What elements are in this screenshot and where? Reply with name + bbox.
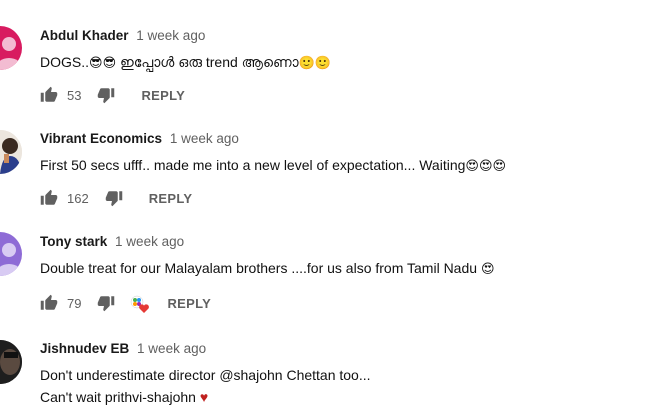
avatar[interactable] [0, 26, 22, 70]
heart-eyes-emoji: 😍😍😍 [465, 158, 507, 173]
dislike-icon[interactable] [97, 294, 115, 312]
comment-text: Double treat for our Malayalam brothers … [40, 257, 495, 280]
comment-text-line: Don't underestimate director @shajohn Ch… [40, 367, 371, 383]
like-icon[interactable] [40, 86, 58, 104]
comment-author[interactable]: Abdul Khader [40, 28, 129, 43]
heart-emoji: ♥ [199, 389, 209, 405]
avatar[interactable] [0, 340, 22, 384]
avatar[interactable] [0, 232, 22, 276]
comment-text-part: Can't wait prithvi-shajohn [40, 389, 200, 405]
comment-text-part: First 50 secs ufff.. made me into a new … [40, 157, 466, 173]
comment-author[interactable]: Jishnudev EB [40, 341, 129, 356]
comment-author[interactable]: Vibrant Economics [40, 131, 162, 146]
sunglasses-emoji: 😎😎 [89, 55, 117, 70]
like-count: 53 [67, 87, 82, 103]
avatar[interactable] [0, 130, 22, 174]
comment-timestamp[interactable]: 1 week ago [136, 28, 205, 43]
like-count: 162 [67, 190, 89, 206]
dislike-icon[interactable] [105, 189, 123, 207]
comment-text: First 50 secs ufff.. made me into a new … [40, 154, 506, 177]
comment-timestamp[interactable]: 1 week ago [115, 234, 184, 249]
comment-text: Don't underestimate director @shajohn Ch… [40, 364, 371, 408]
creator-heart-icon [129, 293, 151, 313]
dislike-icon[interactable] [97, 86, 115, 104]
comment-text-part: ഇപ്പോൾ ഒരു trend ആണൊ [116, 54, 299, 70]
like-count: 79 [67, 295, 82, 311]
smile-emoji: 🙂🙂 [298, 55, 332, 70]
comment-text: DOGS..😎😎 ഇപ്പോൾ ഒരു trend ആണൊ🙂🙂 [40, 51, 331, 74]
comment-author[interactable]: Tony stark [40, 234, 107, 249]
comment-text-part: Double treat for our Malayalam brothers … [40, 260, 481, 276]
comment-timestamp[interactable]: 1 week ago [170, 131, 239, 146]
like-icon[interactable] [40, 189, 58, 207]
heart-eyes-emoji: 😍 [480, 261, 495, 276]
reply-button[interactable]: REPLY [149, 191, 193, 206]
like-icon[interactable] [40, 294, 58, 312]
reply-button[interactable]: REPLY [167, 296, 211, 311]
comment-timestamp[interactable]: 1 week ago [137, 341, 206, 356]
reply-button[interactable]: REPLY [141, 88, 185, 103]
comment-text-line: Can't wait prithvi-shajohn ♥ [40, 386, 371, 408]
comment-text-part: DOGS.. [40, 54, 90, 70]
